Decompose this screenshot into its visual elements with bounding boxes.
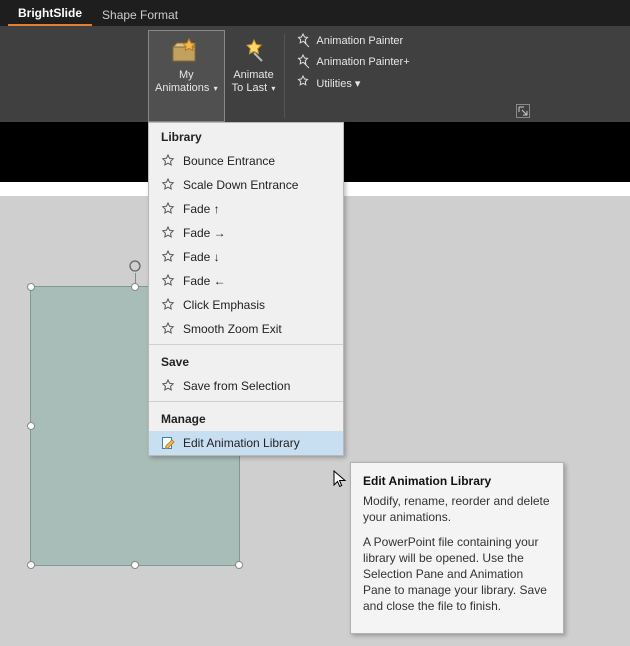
menu-item-label: Fade ← bbox=[183, 274, 226, 288]
tooltip-title: Edit Animation Library bbox=[363, 473, 551, 489]
tab-shape-format[interactable]: Shape Format bbox=[92, 4, 188, 26]
ribbon: My Animations ▾ Animate To Last ▾ Animat… bbox=[0, 26, 630, 122]
tab-brightslide[interactable]: BrightSlide bbox=[8, 2, 92, 26]
star-brush-icon bbox=[295, 33, 311, 49]
animation-painter-label: Animation Painter bbox=[316, 35, 403, 47]
animation-painter-plus-label: Animation Painter+ bbox=[316, 56, 409, 68]
tooltip-paragraph: Modify, rename, reorder and delete your … bbox=[363, 493, 551, 525]
animate-to-last-label-1: Animate bbox=[233, 69, 273, 82]
my-animations-dropdown: Library Bounce Entrance Scale Down Entran… bbox=[148, 122, 344, 456]
menu-item-label: Smooth Zoom Exit bbox=[183, 322, 282, 336]
ribbon-separator bbox=[284, 34, 285, 118]
menu-item-label: Save from Selection bbox=[183, 379, 290, 393]
my-animations-label-1: My bbox=[179, 69, 194, 82]
ribbon-side-column: Animation Painter Animation Painter+ Uti… bbox=[287, 30, 417, 122]
tab-bar: BrightSlide Shape Format bbox=[0, 0, 630, 26]
edit-page-icon bbox=[161, 436, 175, 450]
rotation-stem bbox=[135, 273, 136, 283]
star-outline-icon bbox=[161, 379, 175, 393]
star-outline-icon bbox=[161, 250, 175, 264]
my-animations-button[interactable]: My Animations ▾ bbox=[148, 30, 225, 122]
star-outline-icon bbox=[161, 226, 175, 240]
resize-handle[interactable] bbox=[235, 561, 243, 569]
animation-painter-button[interactable]: Animation Painter bbox=[293, 32, 411, 50]
dropdown-section-library: Library bbox=[149, 123, 343, 149]
animate-to-last-label-2: To Last bbox=[232, 82, 267, 94]
menu-item-library[interactable]: Fade → bbox=[149, 221, 343, 245]
animation-painter-plus-button[interactable]: Animation Painter+ bbox=[293, 53, 411, 71]
menu-item-save-from-selection[interactable]: Save from Selection bbox=[149, 374, 343, 398]
menu-item-edit-animation-library[interactable]: Edit Animation Library bbox=[149, 431, 343, 455]
dialog-launcher-icon[interactable] bbox=[516, 104, 530, 118]
menu-item-label: Scale Down Entrance bbox=[183, 178, 298, 192]
menu-item-library[interactable]: Fade ↓ bbox=[149, 245, 343, 269]
resize-handle[interactable] bbox=[131, 561, 139, 569]
menu-item-library[interactable]: Scale Down Entrance bbox=[149, 173, 343, 197]
dropdown-section-manage: Manage bbox=[149, 405, 343, 431]
chevron-down-icon: ▾ bbox=[352, 78, 361, 90]
menu-item-library[interactable]: Fade ↑ bbox=[149, 197, 343, 221]
star-outline-icon bbox=[161, 298, 175, 312]
tooltip-paragraph: A PowerPoint file containing your librar… bbox=[363, 534, 551, 615]
menu-item-library[interactable]: Click Emphasis bbox=[149, 293, 343, 317]
menu-item-label: Click Emphasis bbox=[183, 298, 265, 312]
star-outline-icon bbox=[161, 274, 175, 288]
star-outline-icon bbox=[161, 154, 175, 168]
menu-item-library[interactable]: Smooth Zoom Exit bbox=[149, 317, 343, 341]
tooltip: Edit Animation Library Modify, rename, r… bbox=[350, 462, 564, 634]
star-outline-icon bbox=[161, 202, 175, 216]
chevron-down-icon: ▾ bbox=[211, 84, 217, 93]
star-wand-icon bbox=[238, 35, 270, 67]
star-brush-plus-icon bbox=[295, 54, 311, 70]
star-gear-icon bbox=[295, 75, 311, 91]
menu-item-label: Fade ↑ bbox=[183, 202, 220, 216]
resize-handle[interactable] bbox=[27, 283, 35, 291]
dropdown-separator bbox=[149, 401, 343, 402]
resize-handle[interactable] bbox=[27, 561, 35, 569]
resize-handle[interactable] bbox=[131, 283, 139, 291]
star-outline-icon bbox=[161, 322, 175, 336]
rotation-handle[interactable] bbox=[128, 259, 142, 273]
animate-to-last-button[interactable]: Animate To Last ▾ bbox=[225, 30, 283, 122]
menu-item-library[interactable]: Fade ← bbox=[149, 269, 343, 293]
menu-item-library[interactable]: Bounce Entrance bbox=[149, 149, 343, 173]
menu-item-label: Edit Animation Library bbox=[183, 436, 300, 450]
menu-item-label: Bounce Entrance bbox=[183, 154, 275, 168]
resize-handle[interactable] bbox=[27, 422, 35, 430]
utilities-button[interactable]: Utilities ▾ bbox=[293, 74, 411, 92]
folder-star-icon bbox=[170, 35, 202, 67]
dropdown-section-save: Save bbox=[149, 348, 343, 374]
menu-item-label: Fade → bbox=[183, 226, 226, 240]
chevron-down-icon: ▾ bbox=[269, 84, 275, 93]
my-animations-label-2: Animations bbox=[155, 82, 209, 94]
star-outline-icon bbox=[161, 178, 175, 192]
utilities-label: Utilities bbox=[316, 78, 351, 90]
dropdown-separator bbox=[149, 344, 343, 345]
menu-item-label: Fade ↓ bbox=[183, 250, 220, 264]
